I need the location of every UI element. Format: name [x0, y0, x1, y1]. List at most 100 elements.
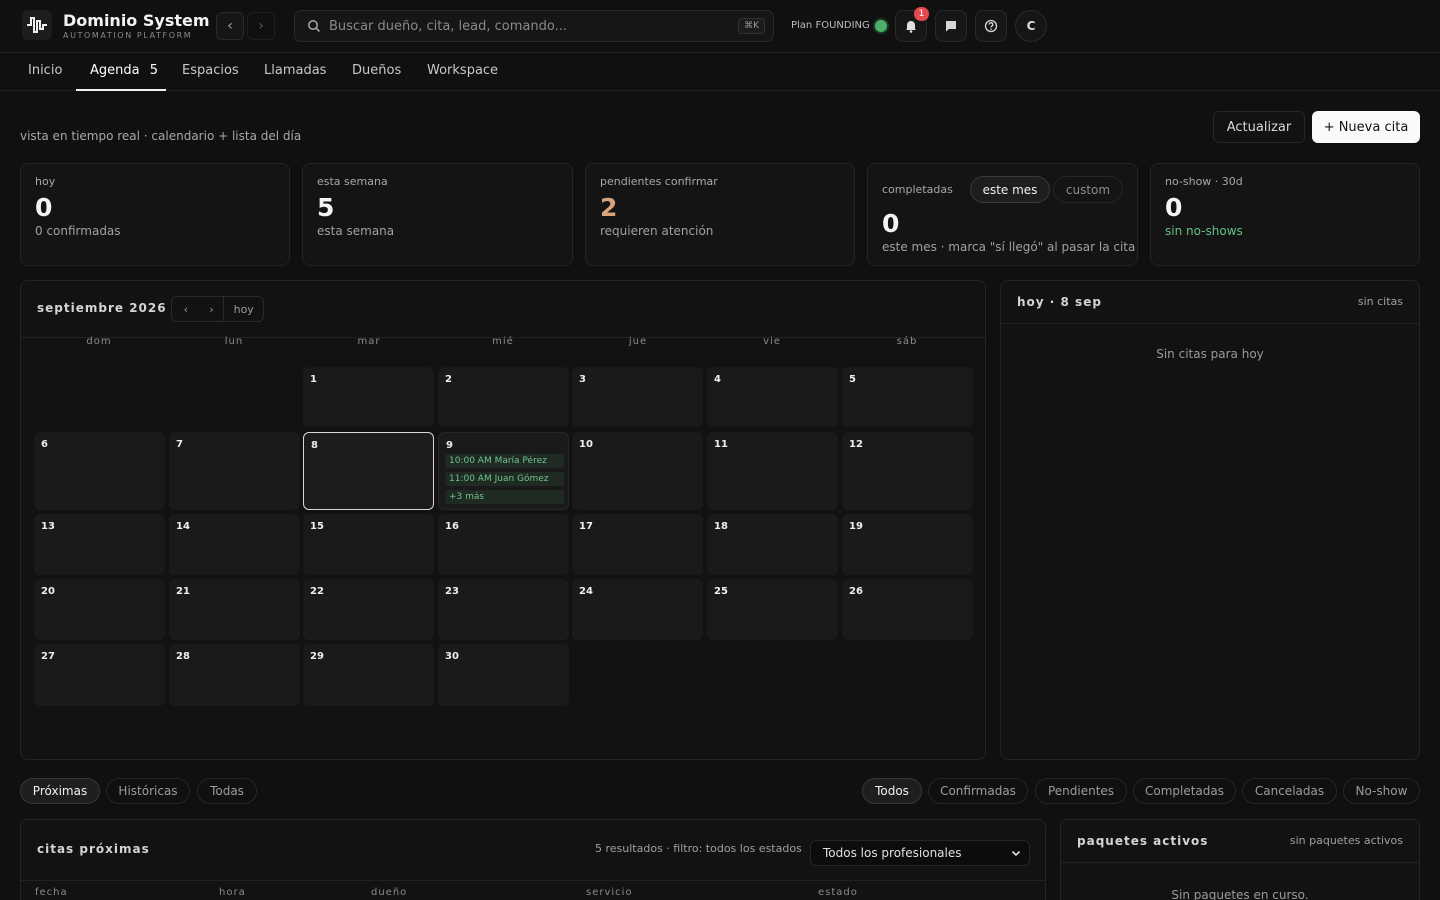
- status-filter-canceladas[interactable]: Canceladas: [1242, 778, 1337, 804]
- new-appointment-button[interactable]: + Nueva cita: [1312, 111, 1420, 143]
- status-filter-noshow[interactable]: No-show: [1343, 778, 1420, 804]
- day-number: 10: [579, 439, 593, 450]
- calendar-day[interactable]: 25: [707, 579, 838, 640]
- help-button[interactable]: [975, 10, 1007, 42]
- calendar-day[interactable]: 28: [169, 644, 300, 706]
- toggle-this-month[interactable]: este mes: [970, 176, 1050, 203]
- professional-select[interactable]: Todos los profesionales: [810, 840, 1030, 866]
- panel-divider: [1061, 862, 1419, 863]
- stat-value: 0: [882, 209, 900, 238]
- calendar-event[interactable]: 10:00 AM María Pérez: [445, 454, 564, 468]
- calendar-next-button[interactable]: ›: [200, 297, 224, 321]
- plan-status-dot: [875, 20, 887, 32]
- calendar-day[interactable]: 23: [438, 579, 569, 640]
- weekday-label: vie: [763, 336, 781, 347]
- stat-desc: este mes · marca "sí llegó" al pasar la …: [882, 240, 1136, 254]
- calendar-day[interactable]: 24: [572, 579, 703, 640]
- stat-card-pending: pendientes confirmar 2 requieren atenció…: [585, 163, 855, 266]
- stat-label: esta semana: [317, 175, 388, 188]
- weekday-label: dom: [86, 336, 112, 347]
- calendar-day[interactable]: 30: [438, 644, 569, 706]
- calendar-event[interactable]: 11:00 AM Juan Gómez: [445, 472, 564, 486]
- tab-workspace[interactable]: Workspace: [427, 63, 498, 78]
- stat-label: hoy: [35, 175, 56, 188]
- chevron-down-icon: [1011, 850, 1021, 857]
- refresh-button[interactable]: Actualizar: [1213, 111, 1305, 143]
- calendar-day[interactable]: 10: [572, 432, 703, 510]
- tab-agenda[interactable]: Agenda 5: [90, 63, 158, 78]
- search-input[interactable]: [329, 18, 739, 34]
- calendar-day[interactable]: 1: [303, 367, 434, 427]
- messages-button[interactable]: [935, 10, 967, 42]
- brand-subtitle: AUTOMATION PLATFORM: [63, 31, 193, 40]
- calendar-day[interactable]: 7: [169, 432, 300, 510]
- day-number: 7: [176, 439, 183, 450]
- back-button[interactable]: ‹: [216, 12, 244, 40]
- stat-value: 2: [600, 193, 618, 222]
- appointments-title: citas próximas: [37, 842, 150, 856]
- status-filter-confirmadas[interactable]: Confirmadas: [928, 778, 1028, 804]
- calendar-day[interactable]: 19: [842, 514, 973, 575]
- professional-select-value: Todos los profesionales: [823, 846, 962, 860]
- more-events-link[interactable]: +3 más: [445, 490, 564, 504]
- calendar-day[interactable]: 21: [169, 579, 300, 640]
- calendar-day[interactable]: 13: [34, 514, 165, 575]
- appointments-meta: 5 resultados · filtro: todos los estados: [595, 842, 802, 855]
- calendar-day[interactable]: 26: [842, 579, 973, 640]
- tab-duenos[interactable]: Dueños: [352, 63, 401, 78]
- empty-state: Sin citas para hoy: [1156, 347, 1264, 361]
- calendar-prev-button[interactable]: ‹: [172, 297, 200, 321]
- bell-icon: [906, 21, 916, 33]
- tab-llamadas[interactable]: Llamadas: [264, 63, 326, 78]
- tab-inicio[interactable]: Inicio: [28, 63, 62, 78]
- status-filter-completadas[interactable]: Completadas: [1133, 778, 1236, 804]
- calendar-day[interactable]: 20: [34, 579, 165, 640]
- chevron-left-icon: ‹: [227, 18, 233, 34]
- calendar-day[interactable]: 15: [303, 514, 434, 575]
- calendar-day[interactable]: 18: [707, 514, 838, 575]
- stat-value: 0: [1165, 193, 1183, 222]
- calendar-day[interactable]: 4: [707, 367, 838, 427]
- calendar-day[interactable]: 27: [34, 644, 165, 706]
- filter-todas[interactable]: Todas: [197, 778, 257, 804]
- notification-badge: 1: [914, 7, 929, 21]
- calendar-day[interactable]: 11: [707, 432, 838, 510]
- calendar-day-today[interactable]: 8: [303, 432, 434, 510]
- stat-desc: esta semana: [317, 224, 395, 238]
- day-number: 18: [714, 521, 728, 532]
- day-number: 25: [714, 586, 728, 597]
- top-bar: Dominio System AUTOMATION PLATFORM ‹ › ⌘…: [0, 0, 1440, 53]
- stat-label: completadas: [882, 183, 953, 196]
- day-number: 9: [446, 440, 453, 451]
- filter-proximas[interactable]: Próximas: [20, 778, 100, 804]
- calendar-day[interactable]: 3: [572, 367, 703, 427]
- calendar-day[interactable]: 16: [438, 514, 569, 575]
- calendar-day[interactable]: 5: [842, 367, 973, 427]
- calendar-day[interactable]: 6: [34, 432, 165, 510]
- status-filter-pendientes[interactable]: Pendientes: [1035, 778, 1127, 804]
- logo-icon[interactable]: [22, 10, 52, 40]
- day-number: 29: [310, 651, 324, 662]
- calendar-day[interactable]: 2: [438, 367, 569, 427]
- calendar-day[interactable]: 22: [303, 579, 434, 640]
- status-filter-todos[interactable]: Todos: [862, 778, 922, 804]
- calendar-day[interactable]: 14: [169, 514, 300, 575]
- calendar-panel: septiembre 2026 ‹ › hoy dom lun mar mié …: [20, 280, 986, 760]
- calendar-day[interactable]: 17: [572, 514, 703, 575]
- day-number: 11: [714, 439, 728, 450]
- tab-agenda-label: Agenda: [90, 63, 140, 78]
- calendar-day[interactable]: 29: [303, 644, 434, 706]
- toggle-custom[interactable]: custom: [1053, 176, 1123, 203]
- calendar-day[interactable]: 9 10:00 AM María Pérez 11:00 AM Juan Góm…: [438, 432, 569, 510]
- calendar-day[interactable]: 12: [842, 432, 973, 510]
- active-tab-indicator: [76, 89, 166, 91]
- filter-historicas[interactable]: Históricas: [106, 778, 190, 804]
- weekday-label: mié: [492, 336, 514, 347]
- user-avatar[interactable]: C: [1015, 10, 1047, 42]
- forward-button[interactable]: ›: [247, 12, 275, 40]
- day-number: 6: [41, 439, 48, 450]
- calendar-today-button[interactable]: hoy: [223, 297, 263, 321]
- day-number: 1: [310, 374, 317, 385]
- today-panel-meta: sin citas: [1357, 295, 1403, 308]
- tab-espacios[interactable]: Espacios: [182, 63, 239, 78]
